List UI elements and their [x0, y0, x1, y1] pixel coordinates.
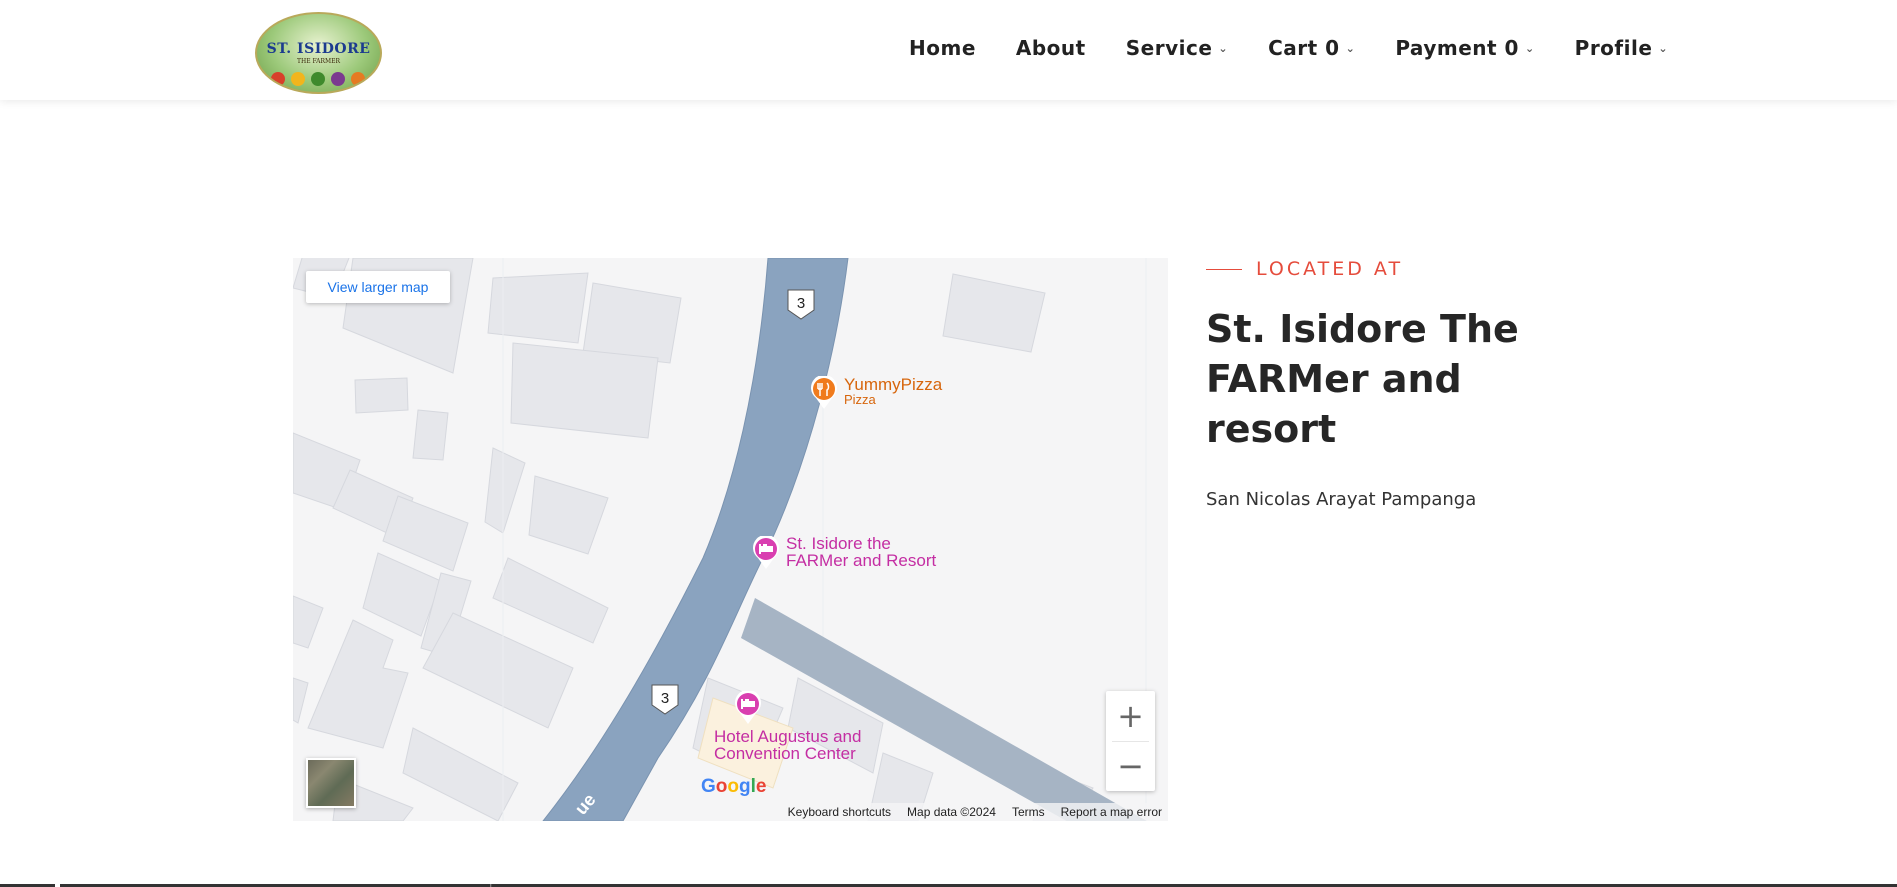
- poi-resort-line2: FARMer and Resort: [786, 551, 937, 570]
- kicker-line: [1206, 268, 1242, 270]
- poi-st-isidore-resort[interactable]: St. Isidore the FARMer and Resort: [786, 535, 936, 569]
- terms-link[interactable]: Terms: [1012, 805, 1045, 819]
- zoom-out-button[interactable]: −: [1106, 741, 1155, 791]
- poi-pizza-name: YummyPizza: [844, 375, 943, 394]
- nav-cart-label: Cart 0: [1268, 36, 1340, 60]
- route-shield-label: 3: [660, 690, 670, 707]
- site-logo[interactable]: ST. ISIDORE THE FARMER: [255, 12, 382, 94]
- route-shield-icon: 3: [786, 288, 816, 321]
- nav-cart[interactable]: Cart 0 ⌄: [1268, 36, 1355, 60]
- route-shield-icon: 3: [650, 683, 680, 716]
- poi-yummypizza[interactable]: YummyPizza Pizza: [844, 376, 942, 406]
- kicker-text: LOCATED AT: [1256, 258, 1404, 280]
- logo-text: ST. ISIDORE: [266, 41, 371, 57]
- main-nav: Home About Service ⌄ Cart 0 ⌄ Payment 0 ⌄ P…: [909, 36, 1708, 60]
- embedded-map[interactable]: ue 3 3 YummyPizza Pizza St. Isidore the …: [293, 258, 1168, 821]
- poi-resort-line1: St. Isidore the: [786, 534, 891, 553]
- google-logo: Google: [701, 776, 767, 797]
- nav-payment-label: Payment 0: [1395, 36, 1519, 60]
- view-larger-map-link[interactable]: View larger map: [306, 271, 450, 303]
- located-at-kicker: LOCATED AT: [1206, 258, 1403, 280]
- location-address: San Nicolas Arayat Pampanga: [1206, 489, 1477, 510]
- logo-leaf-icon: [311, 72, 325, 86]
- logo-tomato-icon: [271, 72, 285, 86]
- report-map-error-link[interactable]: Report a map error: [1061, 805, 1162, 819]
- map-data-text: Map data ©2024: [907, 805, 996, 819]
- poi-hotel-line1: Hotel Augustus and: [714, 727, 862, 746]
- nav-about-label: About: [1015, 36, 1086, 60]
- lodging-pin-icon[interactable]: [752, 536, 780, 570]
- nav-payment[interactable]: Payment 0 ⌄: [1395, 36, 1534, 60]
- nav-home-label: Home: [909, 36, 976, 60]
- lodging-pin-icon[interactable]: [734, 691, 762, 725]
- poi-pizza-type: Pizza: [844, 392, 876, 407]
- chevron-down-icon: ⌄: [1218, 41, 1229, 55]
- nav-home[interactable]: Home: [909, 36, 976, 60]
- nav-service[interactable]: Service ⌄: [1126, 36, 1228, 60]
- map-attribution-bar: Keyboard shortcuts Map data ©2024 Terms …: [781, 803, 1162, 821]
- zoom-controls: + −: [1106, 691, 1155, 791]
- site-header: ST. ISIDORE THE FARMER Home About Servic…: [0, 0, 1897, 100]
- logo-carrot-icon: [351, 72, 365, 86]
- nav-profile-label: Profile: [1574, 36, 1653, 60]
- chevron-down-icon: ⌄: [1658, 41, 1669, 55]
- keyboard-shortcuts-link[interactable]: Keyboard shortcuts: [788, 805, 891, 819]
- poi-hotel-line2: Convention Center: [714, 744, 856, 763]
- logo-eggplant-icon: [331, 72, 345, 86]
- nav-service-label: Service: [1125, 36, 1213, 60]
- logo-subtext: THE FARMER: [296, 58, 341, 65]
- poi-hotel-augustus[interactable]: Hotel Augustus and Convention Center: [714, 728, 861, 762]
- restaurant-pin-icon[interactable]: [810, 376, 838, 410]
- chevron-down-icon: ⌄: [1345, 41, 1356, 55]
- zoom-in-button[interactable]: +: [1106, 691, 1155, 741]
- logo-corn-icon: [291, 72, 305, 86]
- route-shield-label: 3: [796, 295, 806, 312]
- nav-profile[interactable]: Profile ⌄: [1575, 36, 1668, 60]
- nav-about[interactable]: About: [1016, 36, 1086, 60]
- location-title: St. Isidore The FARMer and resort: [1206, 307, 1519, 451]
- satellite-layer-toggle[interactable]: [306, 758, 356, 808]
- chevron-down-icon: ⌄: [1524, 41, 1535, 55]
